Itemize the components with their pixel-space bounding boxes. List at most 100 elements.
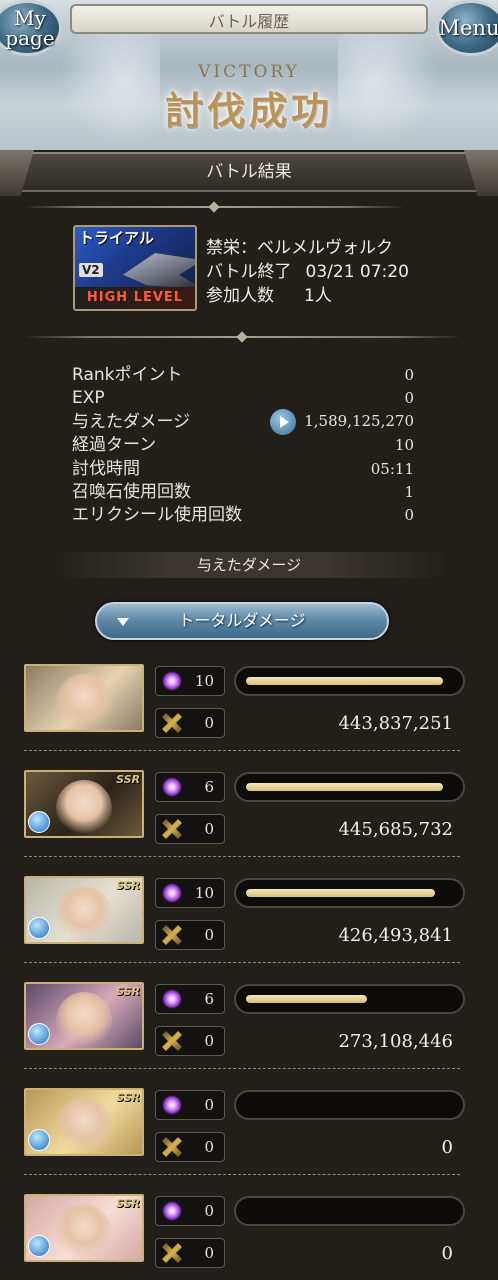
damage-bar: [234, 1090, 465, 1120]
hit-count: 0: [204, 1096, 214, 1114]
star-icon: [162, 989, 182, 1009]
quest-info: 禁栄：ベルメルヴォルク バトル終了 03/21 07:20 参加人数 1人: [206, 236, 409, 308]
water-icon: [28, 1023, 50, 1045]
hit-count: 10: [194, 884, 214, 902]
divider-middle: [24, 331, 460, 343]
crossed-swords-icon: [162, 925, 182, 945]
row-separator: [24, 1068, 460, 1069]
damage-value: 0: [441, 1243, 453, 1264]
stat-row-turns: 経過ターン 10: [72, 434, 414, 457]
mypage-button[interactable]: My page: [0, 0, 62, 56]
special-count-box: 0: [155, 708, 225, 738]
row-separator: [24, 750, 460, 751]
hit-count-box: 6: [155, 772, 225, 802]
play-icon[interactable]: [270, 409, 297, 436]
total-damage-toggle[interactable]: トータルダメージ: [95, 602, 389, 640]
character-portrait[interactable]: SSR: [24, 1194, 144, 1262]
character-row: SSR 6 0 273,108,446: [0, 982, 498, 1088]
damage-bar-fill: [246, 677, 443, 685]
special-count: 0: [204, 714, 214, 732]
special-count-box: 0: [155, 1132, 225, 1162]
level-badge: HIGH LEVEL: [75, 287, 195, 309]
special-count: 0: [204, 1138, 214, 1156]
hit-count-box: 0: [155, 1090, 225, 1120]
stat-label: 経過ターン: [72, 435, 157, 456]
victory-label: VICTORY: [198, 62, 300, 82]
toggle-label: トータルダメージ: [178, 611, 306, 630]
stat-row-elixir: エリクシール使用回数 0: [72, 504, 414, 527]
menu-button[interactable]: Menu: [436, 0, 498, 56]
character-row: 10 0 443,837,251: [0, 664, 498, 770]
chevron-down-icon: [117, 618, 129, 626]
special-count: 0: [204, 1032, 214, 1050]
damage-bar-fill: [246, 783, 443, 791]
special-count: 0: [204, 926, 214, 944]
rarity-badge: SSR: [116, 879, 140, 892]
damage-bar-fill: [246, 995, 367, 1003]
character-portrait[interactable]: [24, 664, 144, 732]
star-icon: [162, 777, 182, 797]
rarity-badge: SSR: [116, 773, 140, 786]
character-row: SSR 10 0 426,493,841: [0, 876, 498, 982]
stats-list: Rankポイント 0 EXP 0 与えたダメージ 1,589,125,270 経過ター…: [72, 364, 414, 528]
character-row: SSR 0 0 0: [0, 1194, 498, 1280]
page-title: バトル履歴: [208, 12, 290, 31]
row-separator: [24, 962, 460, 963]
character-portrait[interactable]: SSR: [24, 1088, 144, 1156]
special-count-box: 0: [155, 920, 225, 950]
hit-count-box: 6: [155, 984, 225, 1014]
top-banner: バトル履歴 VICTORY 討伐成功 My page Menu: [0, 0, 498, 150]
water-icon: [28, 1129, 50, 1151]
version-badge: V2: [79, 263, 103, 277]
character-face: [56, 886, 112, 942]
character-portrait[interactable]: SSR: [24, 770, 144, 838]
character-face: [56, 1098, 112, 1154]
star-icon: [162, 1201, 182, 1221]
crossed-swords-icon: [162, 1243, 182, 1263]
stat-label: 討伐時間: [72, 458, 140, 479]
hit-count-box: 10: [155, 666, 225, 696]
water-icon: [28, 811, 50, 833]
rarity-badge: SSR: [116, 985, 140, 998]
row-separator: [24, 1174, 460, 1175]
rarity-badge: SSR: [116, 1091, 140, 1104]
hit-count: 0: [204, 1202, 214, 1220]
stat-value: 1,589,125,270: [304, 412, 414, 431]
stat-row-damage: 与えたダメージ 1,589,125,270: [72, 409, 414, 436]
quest-tag: トライアル: [79, 229, 154, 247]
boss-art: [123, 253, 195, 289]
stat-row-summon: 召喚石使用回数 1: [72, 481, 414, 504]
result-title: 討伐成功: [164, 88, 333, 133]
end-value: 03/21 07:20: [305, 262, 409, 282]
character-portrait[interactable]: SSR: [24, 982, 144, 1050]
damage-value: 443,837,251: [338, 713, 453, 734]
character-row: SSR 0 0 0: [0, 1088, 498, 1194]
damage-bar-fill: [246, 889, 435, 897]
mypage-label-2: page: [5, 26, 55, 50]
damage-bar: [234, 772, 465, 802]
hit-count: 6: [204, 990, 214, 1008]
water-icon: [28, 917, 50, 939]
divider-top: [24, 201, 404, 213]
stat-value: 0: [404, 389, 414, 408]
damage-value: 273,108,446: [338, 1031, 453, 1052]
character-face: [56, 674, 112, 730]
star-icon: [162, 1095, 182, 1115]
stat-label: エリクシール使用回数: [72, 505, 242, 526]
damage-value: 426,493,841: [338, 925, 453, 946]
stat-value: 10: [394, 436, 414, 455]
crossed-swords-icon: [162, 1137, 182, 1157]
quest-name: 禁栄：ベルメルヴォルク: [206, 238, 393, 258]
stat-row-rank: Rankポイント 0: [72, 364, 414, 387]
special-count-box: 0: [155, 1026, 225, 1056]
character-portrait[interactable]: SSR: [24, 876, 144, 944]
special-count: 0: [204, 1244, 214, 1262]
participants-value: 1人: [304, 286, 332, 306]
stat-row-time: 討伐時間 05:11: [72, 458, 414, 481]
quest-thumbnail: トライアル V2 HIGH LEVEL: [73, 225, 197, 311]
stat-row-exp: EXP 0: [72, 387, 414, 410]
stat-value: 05:11: [370, 459, 414, 478]
special-count-box: 0: [155, 1238, 225, 1268]
character-row: SSR 6 0 445,685,732: [0, 770, 498, 876]
participants-label: 参加人数: [206, 286, 274, 306]
